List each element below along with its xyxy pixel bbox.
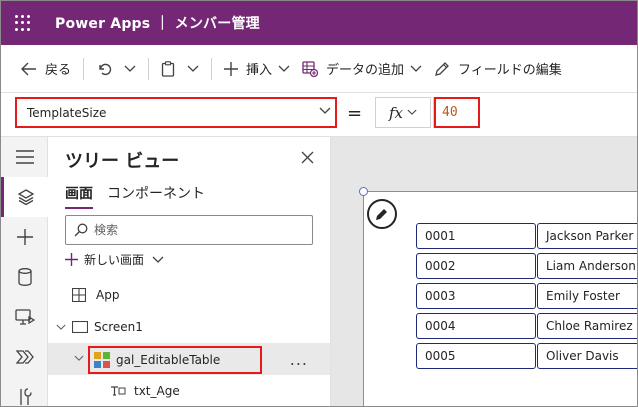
add-data-label: データの追加 [326,63,405,78]
gallery-cell-id[interactable]: 0002 [416,253,536,279]
gallery-cell-name[interactable]: Emily Foster [537,283,637,309]
text-input-icon [111,386,126,396]
tree-item-label: txt_Age [134,384,180,398]
chevron-down-icon [278,65,290,72]
toolbar-divider [211,57,213,80]
gallery-cell-name[interactable]: Jackson Parker [537,223,637,249]
edit-gallery-button[interactable] [367,199,397,229]
tools-rail-button[interactable] [1,377,48,406]
tree-view-button[interactable] [1,177,48,217]
tree-view-title: ツリー ビュー [65,151,180,172]
plus-icon [65,253,78,266]
insert-rail-button[interactable] [1,217,48,257]
tree-tabs: 画面 コンポーネント [65,183,219,209]
plus-icon [224,61,239,76]
formula-input[interactable]: 40 [433,97,637,128]
gallery-cell-name[interactable]: Oliver Davis [537,343,637,369]
chevron-down-icon [74,355,84,361]
paste-menu-button[interactable] [181,53,205,85]
command-bar: 戻る 挿入 データの追加 フィールドの編集 [1,45,637,93]
gallery-cell-id[interactable]: 0004 [416,313,536,339]
screen-icon [72,321,88,333]
undo-button[interactable] [90,53,118,85]
gallery-icon [94,352,110,368]
gallery-cell-name[interactable]: Liam Anderson [537,253,637,279]
close-button[interactable] [301,151,314,168]
formula-bar: TemplateSize = fx 40 [1,93,637,137]
chevron-down-icon [152,256,164,263]
insert-button[interactable]: 挿入 [218,53,296,85]
new-screen-button[interactable]: 新しい画面 [65,251,164,268]
gallery-cell-id[interactable]: 0005 [416,343,536,369]
tab-components[interactable]: コンポーネント [107,183,205,209]
design-canvas: 0001 Jackson Parker 0002 Liam Anderson 0… [331,137,637,406]
pencil-icon [376,209,387,220]
database-add-icon [302,60,319,77]
paste-icon [161,60,175,77]
field-edit-button[interactable]: フィールドの編集 [428,53,568,85]
new-screen-label: 新しい画面 [84,253,145,267]
gallery-cell-name[interactable]: Chloe Ramirez [537,313,637,339]
tools-icon [19,388,32,405]
app-icon [72,288,86,302]
chevron-down-icon [319,107,331,114]
tree-item-app[interactable]: App [48,279,330,311]
power-automate-rail-button[interactable] [1,337,48,377]
database-icon [17,268,32,286]
undo-menu-button[interactable] [118,53,142,85]
tree-item-txt-age[interactable]: txt_Age [48,375,330,406]
waffle-icon[interactable] [1,1,45,45]
insert-label: 挿入 [246,63,273,78]
chevron-down-icon [187,65,199,72]
back-arrow-icon [21,62,36,75]
search-box[interactable] [65,215,313,245]
toolbar-divider [83,57,85,80]
gallery-cell-id[interactable]: 0001 [416,223,536,249]
back-button[interactable]: 戻る [15,53,77,85]
add-data-button[interactable]: データの追加 [296,53,428,85]
undo-icon [99,63,112,75]
resize-handle[interactable] [359,187,368,196]
media-rail-button[interactable] [1,297,48,337]
tree-item-screen1[interactable]: Screen1 [48,311,330,343]
tree-view-panel: ツリー ビュー 画面 コンポーネント 新しい画面 App Screen1 [48,137,331,406]
app-title: Power Apps ｜ メンバー管理 [55,16,260,32]
chevron-down-icon [124,65,136,72]
title-bar: Power Apps ｜ メンバー管理 [1,1,637,45]
property-dropdown[interactable]: TemplateSize [15,97,337,128]
tab-screens[interactable]: 画面 [65,183,93,209]
tree-item-label: Screen1 [94,320,143,334]
app-window: Power Apps ｜ メンバー管理 戻る 挿入 データの追加 フィールドの編… [0,0,638,407]
chevron-down-icon [407,109,417,115]
plus-icon [16,229,33,245]
hamburger-icon [15,150,34,164]
formula-value[interactable]: 40 [434,97,480,128]
chevron-down-icon [56,324,66,330]
tree-item-label: gal_EditableTable [116,353,221,367]
search-input[interactable] [94,223,294,237]
chevron-down-icon [410,65,422,72]
property-value: TemplateSize [27,105,107,120]
paste-button[interactable] [155,53,181,85]
power-automate-icon [15,350,34,364]
layers-icon [17,189,35,206]
fx-label: fx [388,103,403,122]
media-icon [14,309,35,325]
menu-button[interactable] [1,137,48,177]
tree-item-label: App [96,288,120,302]
left-rail [1,137,48,406]
more-options-icon[interactable]: ... [290,350,308,369]
toolbar-divider [148,57,150,80]
pencil-field-icon [435,61,449,76]
field-edit-label: フィールドの編集 [458,63,562,78]
data-rail-button[interactable] [1,257,48,297]
gallery-cell-id[interactable]: 0003 [416,283,536,309]
gallery-highlight: gal_EditableTable [88,346,262,374]
search-icon [74,223,88,237]
back-label: 戻る [45,63,72,78]
close-icon [301,151,314,164]
equals-sign: = [347,103,363,124]
tree-item-gal-editabletable[interactable]: gal_EditableTable ... [48,343,330,375]
fx-button[interactable]: fx [375,97,431,128]
